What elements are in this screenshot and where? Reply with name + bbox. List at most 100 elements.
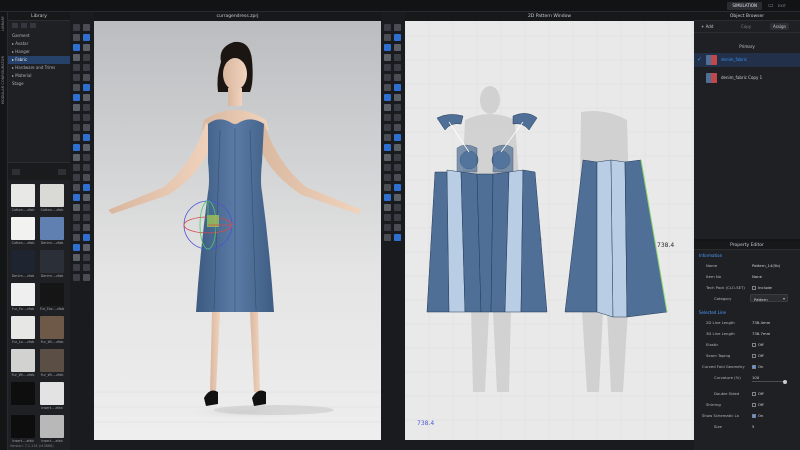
tool-icon[interactable] xyxy=(73,204,80,211)
checkbox[interactable] xyxy=(752,343,756,347)
tool-icon[interactable] xyxy=(73,144,80,151)
tool-icon[interactable] xyxy=(384,74,391,81)
tool-icon[interactable] xyxy=(384,84,391,91)
prop-name[interactable]: Name Pattern_14(5b) xyxy=(694,260,800,271)
tool-icon[interactable] xyxy=(83,274,90,281)
tool-icon[interactable] xyxy=(83,84,90,91)
tool-icon[interactable] xyxy=(384,54,391,61)
library-tree-item[interactable]: ▸ Hanger xyxy=(8,48,70,56)
exit-button[interactable]: EXIT xyxy=(778,2,796,10)
prop-size[interactable]: Size 5 xyxy=(694,421,800,432)
fabric-thumbnail[interactable]: Fur_Wi....zfab xyxy=(10,349,36,383)
home-icon[interactable] xyxy=(12,23,18,28)
tool-icon[interactable] xyxy=(394,224,401,231)
fabric-thumbnail[interactable]: Cotton....zfab xyxy=(10,184,36,218)
tool-icon[interactable] xyxy=(73,104,80,111)
prop-value[interactable]: Pattern_14(5b) xyxy=(752,263,780,268)
checkbox[interactable] xyxy=(752,286,756,290)
fabric-thumbnail[interactable]: Denim....zfab xyxy=(10,250,36,284)
prop-value[interactable]: 738.4mm xyxy=(752,320,770,325)
fabric-thumbnail[interactable]: Insert....zfab xyxy=(39,382,65,416)
tool-icon[interactable] xyxy=(384,224,391,231)
checkbox[interactable] xyxy=(752,392,756,396)
tool-icon[interactable] xyxy=(384,44,391,51)
tool-icon[interactable] xyxy=(73,274,80,281)
tool-icon[interactable] xyxy=(83,204,90,211)
prop-show-schematic[interactable]: Show Schematic Lo On xyxy=(694,410,800,421)
fabric-thumbnail[interactable]: Fur_Wi....zfab xyxy=(39,349,65,383)
checkbox[interactable] xyxy=(752,414,756,418)
fabric-thumbnail[interactable]: Denim....zfab xyxy=(39,250,65,284)
tool-icon[interactable] xyxy=(384,154,391,161)
tool-icon[interactable] xyxy=(83,164,90,171)
library-tree-item[interactable]: ▸ Hardware and Trims xyxy=(8,64,70,72)
tool-icon[interactable] xyxy=(394,34,401,41)
tool-icon[interactable] xyxy=(83,154,90,161)
tool-icon[interactable] xyxy=(73,94,80,101)
tool-icon[interactable] xyxy=(73,234,80,241)
tool-icon[interactable] xyxy=(83,64,90,71)
tool-icon[interactable] xyxy=(384,194,391,201)
library-tree-item[interactable]: Garment xyxy=(8,32,70,40)
tool-icon[interactable] xyxy=(73,194,80,201)
prop-elastic[interactable]: Elastic Off xyxy=(694,339,800,350)
tool-icon[interactable] xyxy=(73,114,80,121)
fabric-thumbnail[interactable]: Denim....zfab xyxy=(39,217,65,251)
tool-icon[interactable] xyxy=(83,104,90,111)
prop-tech-pack[interactable]: Tech Pack (CLO-SET) Include xyxy=(694,282,800,293)
tool-icon[interactable] xyxy=(73,54,80,61)
fabric-row-active[interactable]: ✓ denim_fabric xyxy=(694,53,800,67)
tool-icon[interactable] xyxy=(73,124,80,131)
library-tree-item[interactable]: Stage xyxy=(8,80,70,88)
checkbox[interactable] xyxy=(752,403,756,407)
tool-icon[interactable] xyxy=(394,114,401,121)
tool-icon[interactable] xyxy=(394,174,401,181)
section-information[interactable]: Information xyxy=(694,250,800,260)
tool-icon[interactable] xyxy=(73,134,80,141)
prop-item-no[interactable]: Item No None xyxy=(694,271,800,282)
tool-icon[interactable] xyxy=(83,114,90,121)
tool-icon[interactable] xyxy=(384,144,391,151)
tool-icon[interactable] xyxy=(73,64,80,71)
tool-icon[interactable] xyxy=(384,204,391,211)
tool-icon[interactable] xyxy=(83,194,90,201)
back-pattern-pieces[interactable] xyxy=(564,159,668,318)
prop-2d-line-length[interactable]: 2D Line Length 738.4mm xyxy=(694,317,800,328)
prop-3d-line-length[interactable]: 3D Line Length 738.7mm xyxy=(694,328,800,339)
tool-icon[interactable] xyxy=(394,194,401,201)
tool-icon[interactable] xyxy=(83,234,90,241)
tool-icon[interactable] xyxy=(73,254,80,261)
tool-icon[interactable] xyxy=(384,184,391,191)
prop-value[interactable]: Off xyxy=(752,353,764,358)
tool-icon[interactable] xyxy=(394,144,401,151)
tool-icon[interactable] xyxy=(83,54,90,61)
tool-icon[interactable] xyxy=(394,74,401,81)
prop-curvature[interactable]: Curvature (%) 100 xyxy=(694,372,800,386)
tool-icon[interactable] xyxy=(394,134,401,141)
tool-icon[interactable] xyxy=(394,204,401,211)
tool-icon[interactable] xyxy=(394,84,401,91)
window-icon[interactable]: ▭ xyxy=(768,2,776,10)
tool-icon[interactable] xyxy=(384,34,391,41)
prop-seam-taping[interactable]: Seam Taping Off xyxy=(694,350,800,361)
tool-icon[interactable] xyxy=(73,264,80,271)
tool-icon[interactable] xyxy=(83,264,90,271)
prop-double-sided[interactable]: Double Sided Off xyxy=(694,388,800,399)
tool-icon[interactable] xyxy=(83,124,90,131)
tool-icon[interactable] xyxy=(83,254,90,261)
tool-icon[interactable] xyxy=(73,214,80,221)
prop-value[interactable]: 100 xyxy=(752,375,759,380)
prop-value[interactable]: Include xyxy=(752,285,772,290)
copy-button[interactable]: Copy xyxy=(738,23,754,30)
tool-icon[interactable] xyxy=(394,214,401,221)
add-button[interactable]: + Add xyxy=(698,23,716,30)
prop-shirring[interactable]: Shirring Off xyxy=(694,399,800,410)
3d-garment-window[interactable] xyxy=(94,12,381,440)
tool-icon[interactable] xyxy=(384,234,391,241)
tool-icon[interactable] xyxy=(73,34,80,41)
prop-value[interactable]: On xyxy=(752,364,763,369)
tool-icon[interactable] xyxy=(83,184,90,191)
prop-value[interactable]: None xyxy=(752,274,762,279)
tool-icon[interactable] xyxy=(384,134,391,141)
prop-curved-fold[interactable]: Curved Fold Geometry On xyxy=(694,361,800,372)
